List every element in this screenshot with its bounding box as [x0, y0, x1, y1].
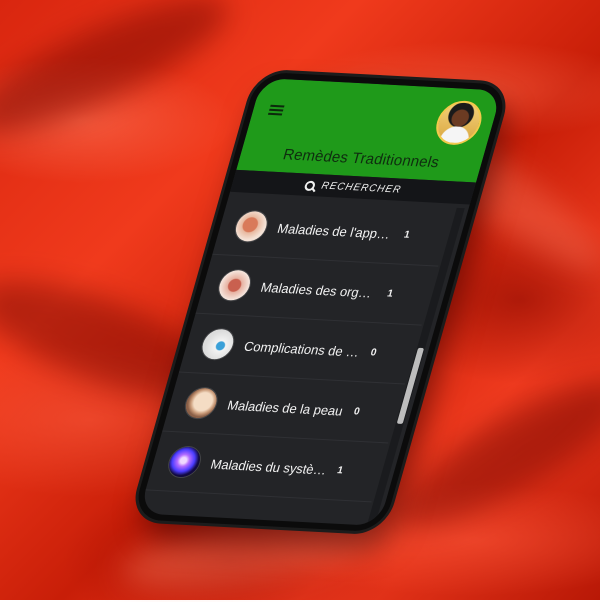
list-item-count: 0 [352, 405, 362, 418]
category-list: Maladies de l'appareil digestif 1 Maladi… [139, 195, 455, 526]
list-item-label: Maladies du système nerveux [209, 455, 330, 478]
phone-mockup: Remèdes Traditionnels RECHERCHER Maladie… [0, 0, 600, 600]
search-icon [304, 180, 315, 189]
skin-icon [182, 387, 221, 419]
list-item-count: 1 [335, 464, 345, 476]
app-title: Remèdes Traditionnels [280, 146, 442, 172]
genital-organs-icon [215, 269, 254, 302]
app-screen: Remèdes Traditionnels RECHERCHER Maladie… [138, 77, 503, 527]
list-item-count: 0 [369, 346, 378, 359]
hamburger-menu-icon[interactable] [267, 104, 285, 116]
pregnancy-icon [198, 328, 237, 360]
app-header: Remèdes Traditionnels [236, 77, 503, 183]
list-item-label: Maladies de l'appareil digestif [275, 220, 397, 242]
list-item-label: Complications de la grossesse [242, 338, 364, 360]
phone-body: Remèdes Traditionnels RECHERCHER Maladie… [131, 71, 510, 533]
user-avatar[interactable] [430, 99, 487, 146]
nervous-system-icon [165, 446, 204, 478]
list-item-count: 1 [385, 287, 395, 300]
list-item-nervous[interactable]: Maladies du système nerveux 1 [145, 431, 389, 503]
list-item-count: 1 [402, 228, 412, 241]
digestive-icon [232, 210, 271, 243]
search-label: RECHERCHER [320, 180, 403, 196]
list-item-label: Maladies de la peau [225, 397, 345, 419]
list-item-label: Maladies des organes génitaux [259, 279, 380, 301]
